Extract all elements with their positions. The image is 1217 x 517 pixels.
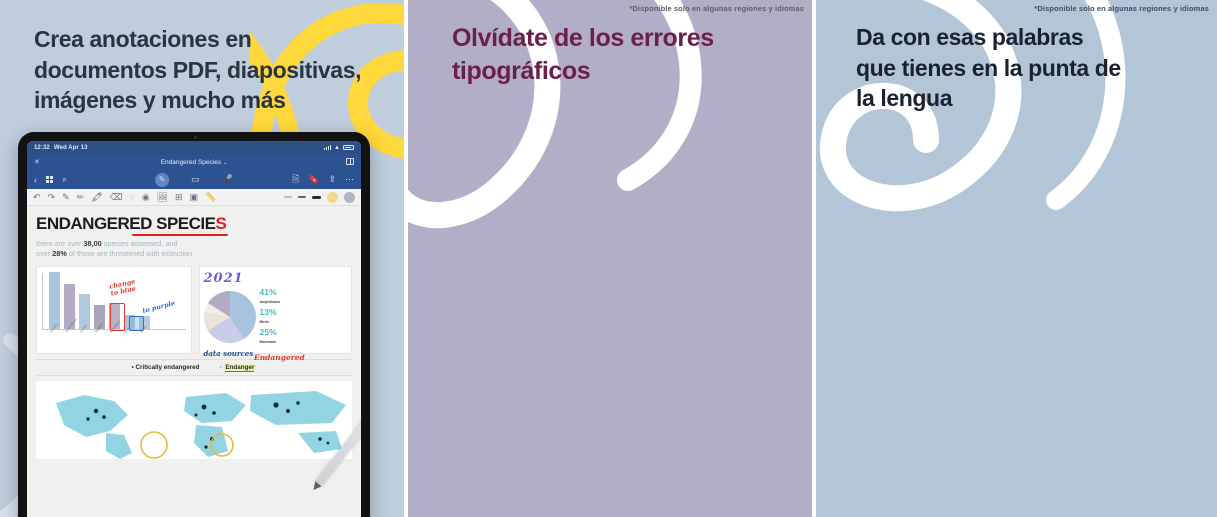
highlighter-icon[interactable]: 🖍 (91, 192, 102, 203)
redo-icon[interactable]: ↷ (48, 192, 56, 203)
signal-icon (323, 145, 331, 150)
undo-icon[interactable]: ↶ (33, 192, 41, 203)
annotation-box-red (110, 303, 125, 332)
pie-legend-item: 13% Birds (259, 307, 277, 325)
legend-item-critically-endangered: • Critically endangered (131, 364, 200, 372)
bar-chart-card[interactable]: Insects Amphibians Corals Reptiles Mamma… (36, 266, 192, 355)
document-title[interactable]: Endangered Species ⌄ (27, 159, 361, 166)
shape-icon[interactable]: ▣ (190, 192, 199, 203)
pie-chart (203, 291, 256, 344)
panel-words: *Disponible solo en algunas regiones y i… (816, 0, 1217, 517)
panel-typos: *Disponible solo en algunas regiones y i… (408, 0, 812, 517)
stroke-thin-icon[interactable] (284, 196, 292, 198)
document-canvas[interactable]: ENDANGERED SPECIES there are over 38,00 … (27, 206, 361, 517)
lasso-icon[interactable]: ◌ (129, 192, 134, 202)
panel-headline: Olvídate de los errores tipográficos (452, 24, 714, 86)
disclaimer-text: *Disponible solo en algunas regiones y i… (629, 4, 804, 13)
tool-row: ↶ ↷ ✎ ✏ 🖍 ⌫ ◌ ◉ 🖼 ⊞ ▣ 📏 (27, 189, 361, 206)
ruler-icon[interactable]: 📏 (205, 192, 216, 203)
status-bar: 12:32 Wed Apr 13 ▲ (27, 141, 361, 154)
annotation-endangered-correction: Endangered (254, 353, 305, 363)
bar-chart-labels: Insects Amphibians Corals Reptiles Mamma… (42, 318, 186, 335)
panel-headline: Crea anotaciones en documentos PDF, diap… (34, 26, 362, 114)
tablet-screen: 12:32 Wed Apr 13 ▲ ✕ Endangered Species ⌄ (27, 141, 361, 517)
annotation-box-blue (129, 316, 144, 332)
page-icon[interactable]: 🗎 (292, 172, 299, 188)
image-icon[interactable]: ▭ (191, 174, 200, 185)
color-swatch-gray[interactable] (344, 191, 355, 203)
back-icon[interactable]: ‹ (34, 175, 37, 185)
bullet-icon: • (131, 365, 134, 372)
eraser-icon[interactable]: ⌫ (110, 192, 123, 203)
microphone-icon[interactable]: 🎤 (222, 174, 233, 185)
image-insert-icon[interactable]: 🖼 (157, 192, 168, 203)
color-picker-icon[interactable]: ◉ (142, 192, 150, 203)
legend-item-endangered: • Endanger (219, 364, 257, 372)
tablet-device-annotations: 12:32 Wed Apr 13 ▲ ✕ Endangered Species ⌄ (18, 132, 370, 517)
world-map-figure[interactable] (36, 381, 352, 460)
camera-dot (194, 136, 197, 139)
annotation-year: 2021 (203, 271, 244, 287)
color-swatch-accent[interactable] (327, 191, 338, 203)
navigation-row: ‹ ⌕ ✎ ▭ 🎤 🗎 🔖 ⇪ ⋯ (27, 170, 361, 189)
bar (49, 272, 60, 330)
pie-legend-item: 25% Mammals (259, 327, 277, 345)
legend-label-highlighted: Endanger (223, 364, 257, 372)
stroke-thick-icon[interactable] (312, 195, 321, 199)
dual-page-icon[interactable] (346, 157, 354, 165)
status-date: Wed Apr 13 (53, 144, 88, 151)
pen-tool-active-icon[interactable]: ✎ (155, 172, 170, 187)
charts-container: Insects Amphibians Corals Reptiles Mamma… (36, 266, 352, 358)
search-icon[interactable]: ⌕ (62, 174, 67, 185)
pencil-icon[interactable]: ✏ (77, 192, 85, 203)
panel-headline: Da con esas palabras que tienes en la pu… (856, 24, 1121, 112)
doc-heading-accent: S (215, 214, 227, 233)
thumbnails-icon[interactable] (46, 176, 53, 183)
more-options-icon[interactable]: ⋯ (345, 174, 354, 185)
bullet-icon: • (219, 365, 222, 372)
pen-icon[interactable]: ✎ (62, 192, 70, 203)
share-icon[interactable]: ⇪ (328, 174, 336, 185)
panel-annotations: Crea anotaciones en documentos PDF, diap… (0, 0, 404, 517)
text-box-icon[interactable]: ⊞ (175, 192, 183, 203)
pie-legend: 41% Amphibians 13% Birds 25% Mammals (260, 287, 281, 347)
chevron-down-icon: ⌄ (223, 159, 228, 166)
stroke-medium-icon[interactable] (298, 196, 306, 198)
app-title-bar: ✕ Endangered Species ⌄ (27, 154, 361, 170)
heading-underline-annotation (132, 234, 228, 236)
battery-icon (343, 145, 354, 150)
bookmark-icon[interactable]: 🔖 (308, 174, 319, 185)
doc-heading: ENDANGERED SPECIES (36, 214, 227, 233)
legend-row: • Critically endangered • Endanger Endan… (36, 353, 352, 377)
disclaimer-text: *Disponible solo en algunas regiones y i… (1034, 4, 1209, 13)
status-time: 12:32 (34, 144, 50, 151)
doc-subtitle: there are over 38,00 species assessed, a… (36, 238, 195, 259)
pie-legend-item: 41% Amphibians (259, 287, 281, 305)
wifi-icon: ▲ (333, 144, 340, 151)
app-store-screenshot-gallery: Crea anotaciones en documentos PDF, diap… (0, 0, 1217, 517)
pie-chart-card[interactable]: 2021 41% Amphibians 13% Birds 25% Mammal… (198, 266, 352, 358)
map-svg (56, 391, 346, 460)
